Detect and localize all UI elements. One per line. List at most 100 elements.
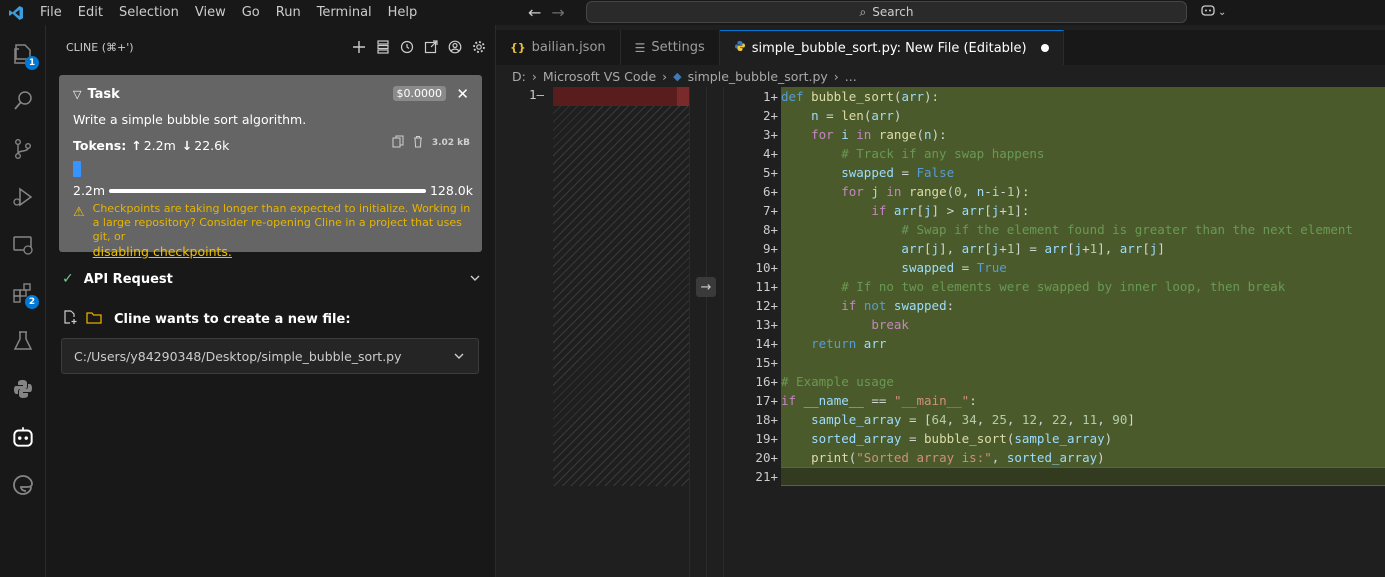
breadcrumb-file[interactable]: simple_bubble_sort.py — [688, 69, 828, 84]
popout-icon[interactable] — [423, 39, 439, 55]
code-line[interactable]: 6+ for j in range(0, n-i-1): — [724, 182, 1385, 201]
account-icon[interactable] — [447, 39, 463, 55]
explorer-icon[interactable]: 1 — [9, 40, 39, 70]
disable-checkpoints-link[interactable]: disabling checkpoints. — [93, 245, 473, 259]
context-window-row: 2.2m 128.0k — [73, 183, 473, 198]
code-line[interactable]: 14+ return arr — [724, 334, 1385, 353]
diff-splitter[interactable] — [689, 87, 690, 577]
python-icon[interactable] — [9, 375, 37, 403]
settings-gear-icon[interactable] — [471, 39, 487, 55]
menu-selection[interactable]: Selection — [111, 0, 187, 25]
code-line[interactable]: 7+ if arr[j] > arr[j+1]: — [724, 201, 1385, 220]
code-line[interactable]: 19+ sorted_array = bubble_sort(sample_ar… — [724, 429, 1385, 448]
revert-arrow-icon[interactable]: → — [696, 277, 716, 297]
menu-go[interactable]: Go — [234, 0, 268, 25]
search-icon: ⌕ — [859, 4, 867, 19]
original-line-number: 1— — [529, 87, 545, 102]
code-line[interactable]: 9+ arr[j], arr[j+1] = arr[j+1], arr[j] — [724, 239, 1385, 258]
extensions-icon[interactable]: 2 — [9, 279, 39, 309]
code-line[interactable]: 11+ # If no two elements were swapped by… — [724, 277, 1385, 296]
tokens-down-value: 22.6k — [194, 137, 230, 153]
line-number: 12+ — [755, 298, 778, 313]
copilot-icon — [1200, 3, 1216, 21]
folder-icon — [86, 310, 102, 328]
tokens-label: Tokens: — [73, 137, 127, 153]
code-line[interactable]: 15+ — [724, 353, 1385, 372]
code-text: # Swap if the element found is greater t… — [781, 220, 1385, 239]
diff-editor[interactable]: 1— → 1+ def bubble_sort(arr): 2+ n = len(a… — [496, 87, 1385, 577]
arrow-down-icon: ↓ — [181, 137, 193, 153]
code-text — [781, 353, 1385, 372]
cline-robot-icon[interactable] — [9, 423, 37, 451]
search-icon[interactable] — [9, 87, 37, 115]
api-request-row[interactable]: ✓ API Request — [62, 271, 482, 287]
code-line[interactable]: 21+ — [724, 467, 1385, 486]
code-line[interactable]: 8+ # Swap if the element found is greate… — [724, 220, 1385, 239]
copy-icon[interactable] — [392, 135, 404, 151]
breadcrumb-drive[interactable]: D: — [512, 69, 526, 84]
task-description: Write a simple bubble sort algorithm. — [73, 112, 307, 127]
source-control-icon[interactable] — [9, 135, 37, 163]
code-line[interactable]: 20+ print("Sorted array is:", sorted_arr… — [724, 448, 1385, 467]
line-number: 15+ — [755, 355, 778, 370]
chevron-down-icon[interactable] — [468, 271, 482, 289]
remote-explorer-icon[interactable] — [9, 231, 37, 259]
chevron-right-icon: › — [833, 68, 839, 84]
code-line[interactable]: 4+ # Track if any swap happens — [724, 144, 1385, 163]
context-max: 128.0k — [429, 183, 473, 198]
new-task-plus-icon[interactable] — [351, 39, 367, 55]
menu-edit[interactable]: Edit — [70, 0, 111, 25]
code-line[interactable]: 16+ # Example usage — [724, 372, 1385, 391]
breadcrumb: D: › Microsoft VS Code › ◆ simple_bubble… — [496, 65, 1385, 87]
line-number: 10+ — [755, 260, 778, 275]
code-line[interactable]: 17+ if __name__ == "__main__": — [724, 391, 1385, 410]
menu-file[interactable]: File — [32, 0, 70, 25]
forward-arrow-icon[interactable]: → — [551, 3, 564, 22]
line-number: 17+ — [755, 393, 778, 408]
menu-help[interactable]: Help — [380, 0, 426, 25]
menu-terminal[interactable]: Terminal — [309, 0, 380, 25]
tab-label: bailian.json — [531, 40, 606, 55]
chevron-down-icon[interactable]: ▽ — [73, 88, 81, 101]
testing-flask-icon[interactable] — [9, 327, 37, 355]
tab-bailian-json[interactable]: {} bailian.json — [496, 30, 621, 65]
task-card: ▽ Task $0.0000 ✕ Write a simple bubble s… — [59, 75, 482, 259]
code-line[interactable]: 18+ sample_array = [64, 34, 25, 12, 22, … — [724, 410, 1385, 429]
code-line[interactable]: 5+ swapped = False — [724, 163, 1385, 182]
menu-view[interactable]: View — [187, 0, 234, 25]
history-icon[interactable] — [399, 39, 415, 55]
line-number: 16+ — [755, 374, 778, 389]
run-debug-icon[interactable] — [9, 183, 37, 211]
edge-devtools-icon[interactable] — [9, 471, 37, 499]
code-line[interactable]: 10+ swapped = True — [724, 258, 1385, 277]
copilot-menu-button[interactable]: ⌄ — [1200, 3, 1226, 21]
code-line[interactable]: 2+ n = len(arr) — [724, 106, 1385, 125]
breadcrumb-folder[interactable]: Microsoft VS Code — [543, 69, 656, 84]
editor-tabs: {} bailian.json ☰ Settings simple_bubble… — [496, 30, 1385, 65]
delete-trash-icon[interactable] — [412, 135, 424, 151]
tab-settings[interactable]: ☰ Settings — [621, 30, 720, 65]
python-file-icon: ◆ — [673, 69, 682, 83]
file-path-dropdown[interactable]: C:/Users/y84290348/Desktop/simple_bubble… — [61, 338, 479, 374]
unsaved-dot-icon[interactable] — [1040, 44, 1049, 52]
panel-toolbar — [351, 39, 487, 55]
line-number: 9+ — [762, 241, 778, 256]
code-line[interactable]: 1+ def bubble_sort(arr): — [724, 87, 1385, 106]
mcp-servers-icon[interactable] — [375, 39, 391, 55]
api-request-title: API Request — [83, 271, 173, 287]
back-arrow-icon[interactable]: ← — [528, 3, 541, 22]
checkpoint-warning: ⚠ Checkpoints are taking longer than exp… — [73, 202, 473, 259]
code-line[interactable]: 13+ break — [724, 315, 1385, 334]
tab-simple-bubble-sort[interactable]: simple_bubble_sort.py: New File (Editabl… — [719, 30, 1064, 65]
modified-code[interactable]: 1+ def bubble_sort(arr): 2+ n = len(arr) 3+… — [724, 87, 1385, 486]
code-line[interactable]: 3+ for i in range(n): — [724, 125, 1385, 144]
command-center-search[interactable]: ⌕ Search — [586, 1, 1187, 23]
breadcrumb-symbols[interactable]: ... — [845, 69, 857, 84]
menu-run[interactable]: Run — [268, 0, 309, 25]
line-number: 19+ — [755, 431, 778, 446]
chevron-down-icon: ⌄ — [1218, 6, 1227, 18]
code-text: print("Sorted array is:", sorted_array) — [781, 448, 1385, 467]
close-icon[interactable]: ✕ — [456, 85, 469, 103]
code-text: # If no two elements were swapped by inn… — [781, 277, 1385, 296]
code-line[interactable]: 12+ if not swapped: — [724, 296, 1385, 315]
